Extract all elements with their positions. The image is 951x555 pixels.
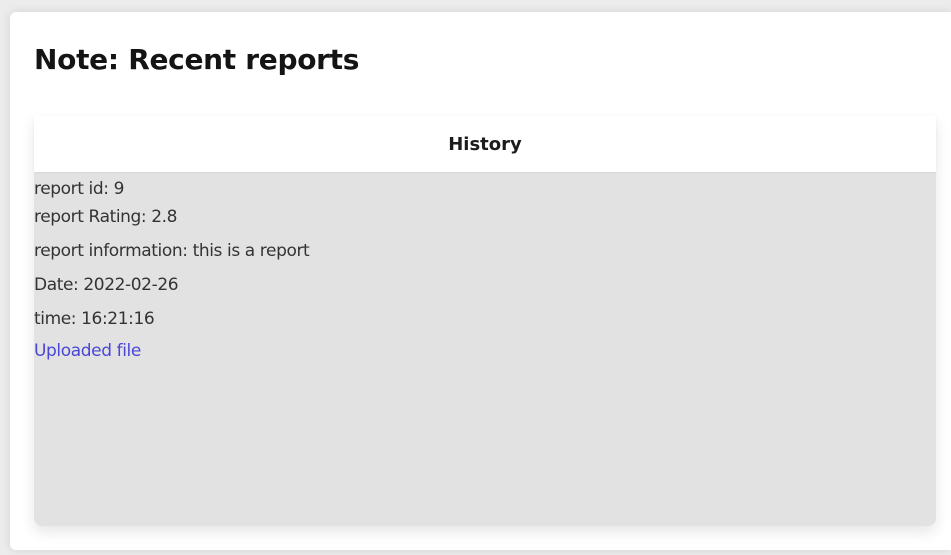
report-date: Date: 2022-02-26 (34, 275, 179, 295)
report-id: report id: 9 (34, 179, 124, 199)
report-information: report information: this is a report (34, 241, 310, 261)
history-header: History (34, 116, 936, 172)
report-details: report id: 9 report Rating: 2.8 report i… (34, 172, 936, 366)
recent-reports-card: Note: Recent reports History report id: … (10, 12, 951, 550)
page-title: Note: Recent reports (34, 43, 360, 76)
history-panel: History report id: 9 report Rating: 2.8 … (34, 116, 936, 526)
report-rating: report Rating: 2.8 (34, 207, 178, 227)
report-time: time: 16:21:16 (34, 309, 155, 329)
uploaded-file-link[interactable]: Uploaded file (34, 336, 141, 366)
